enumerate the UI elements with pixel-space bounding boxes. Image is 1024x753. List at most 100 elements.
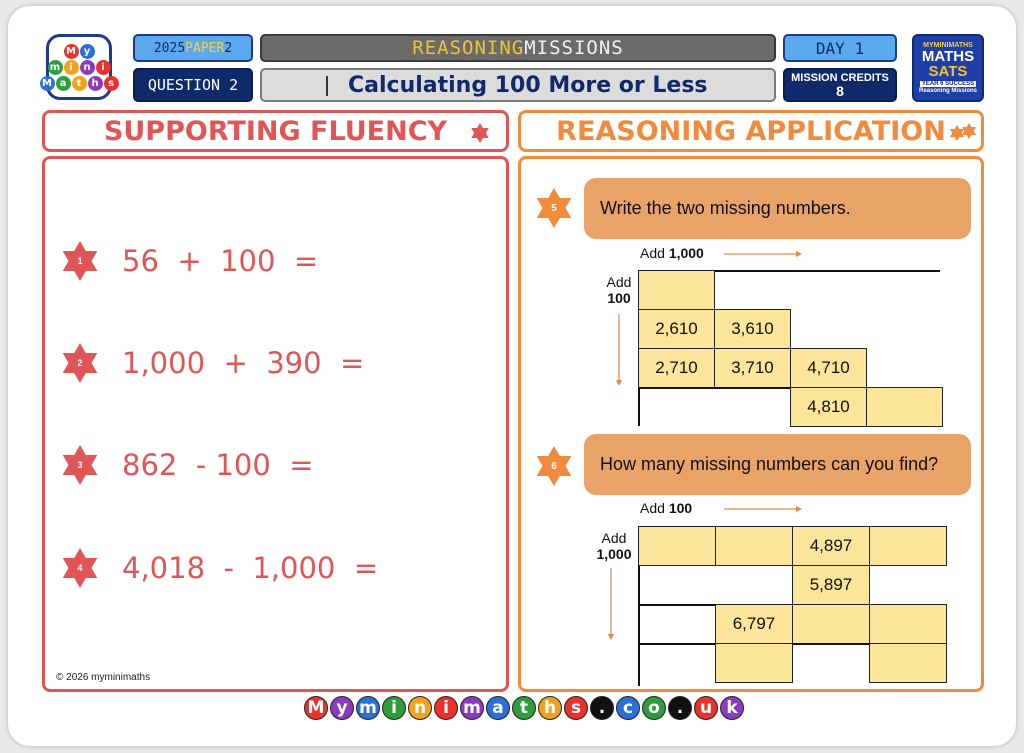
grid-cell — [638, 526, 716, 566]
credits-value: 8 — [836, 83, 844, 99]
logo-row: mini — [47, 59, 111, 75]
grid-cell: 2,710 — [638, 348, 715, 388]
question-5-badge: 5 — [532, 186, 576, 230]
title-missions: MISSIONS — [524, 37, 624, 59]
fluency-expression: 862 - 100 = — [122, 448, 314, 482]
logo-letter: a — [55, 75, 71, 91]
grid-cell — [869, 604, 947, 644]
website-footer[interactable]: Myminimaths.co.uk — [304, 696, 744, 720]
grid-cell: 4,810 — [790, 387, 867, 427]
question-number-badge: 3 — [58, 443, 102, 487]
grid-cell: 3,710 — [714, 348, 791, 388]
grid-cell — [638, 270, 715, 310]
fluency-question-1: 1 56 + 100 = — [58, 239, 318, 283]
arrow-down-icon — [616, 314, 622, 386]
logo-letter: n — [79, 59, 95, 75]
axis-label-value: 1,000 — [596, 546, 632, 562]
grid-cell: 3,610 — [714, 309, 791, 349]
subtitle-divider — [326, 76, 328, 96]
footer-letter: i — [434, 696, 458, 720]
question-number-badge: 1 — [58, 239, 102, 283]
axis-label-value: 1,000 — [668, 245, 704, 261]
logo-row: My — [63, 43, 95, 59]
mission-credits: MISSION CREDITS 8 — [783, 68, 897, 102]
axis-label-prefix: Add — [640, 500, 669, 516]
footer-letter: k — [720, 696, 744, 720]
question-6-badge: 6 — [532, 444, 576, 488]
sats-year: YEAR 6 SUCCESS — [919, 81, 977, 87]
question-5-prompt: Write the two missing numbers. — [584, 178, 971, 239]
logo-letter: m — [47, 59, 63, 75]
grid-cell — [866, 387, 943, 427]
fluency-panel — [42, 156, 509, 692]
subtitle-bar: Calculating 100 More or Less — [260, 68, 776, 102]
grid-cell: 6,797 — [715, 604, 793, 644]
question-label: QUESTION 2 — [133, 68, 253, 102]
logo-letter: i — [63, 59, 79, 75]
fluency-question-2: 2 1,000 + 390 = — [58, 341, 364, 385]
axis-label-prefix: Add — [640, 245, 669, 261]
logo-letter: y — [79, 43, 95, 59]
question-number: 1 — [77, 256, 83, 266]
supporting-fluency-heading: SUPPORTING FLUENCY — [42, 110, 509, 152]
logo-letter: h — [87, 75, 103, 91]
arrow-right-icon — [724, 251, 802, 257]
arrow-right-icon — [724, 506, 802, 512]
footer-letter: a — [486, 696, 510, 720]
grid-cell — [715, 526, 793, 566]
sats-maths: MATHS — [921, 48, 975, 65]
footer-letter: M — [304, 696, 328, 720]
grid-cell: 4,897 — [792, 526, 870, 566]
sats-reasoning: Reasoning Missions — [918, 88, 977, 94]
question-number: 2 — [77, 358, 83, 368]
q5-top-axis-label: Add 1,000 — [640, 245, 704, 261]
footer-letter: n — [408, 696, 432, 720]
logo-letter: t — [71, 75, 87, 91]
grid-cell: 5,897 — [792, 565, 870, 605]
grid-cell: 4,710 — [790, 348, 867, 388]
fluency-question-3: 3 862 - 100 = — [58, 443, 314, 487]
grid-cell — [792, 604, 870, 644]
footer-letter: h — [538, 696, 562, 720]
axis-label-value: 100 — [668, 500, 693, 516]
reasoning-heading-text: REASONING APPLICATION — [556, 115, 946, 147]
grid-cell — [869, 643, 947, 683]
grid-cell — [715, 643, 793, 683]
question-number-badge: 2 — [58, 341, 102, 385]
grid-cell: 2,610 — [638, 309, 715, 349]
question-number: 6 — [551, 460, 557, 472]
worksheet-page: MyminiMaths 2025 PAPER 2 QUESTION 2 REAS… — [8, 6, 1016, 746]
footer-letter: c — [616, 696, 640, 720]
question-6-prompt: How many missing numbers can you find? — [584, 434, 971, 495]
question-number-badge: 4 — [58, 546, 102, 590]
logo-letter: M — [63, 43, 79, 59]
page-title: REASONING MISSIONS — [260, 34, 776, 62]
question-number: 4 — [77, 563, 83, 573]
q6-top-axis-label: Add 100 — [640, 500, 692, 516]
logo-row: Maths — [39, 75, 119, 91]
footer-letter: . — [668, 696, 692, 720]
footer-letter: t — [512, 696, 536, 720]
copyright-text: © 2026 myminimaths — [56, 672, 151, 683]
reasoning-application-heading: REASONING APPLICATION — [518, 110, 984, 152]
double-star-icon — [950, 123, 976, 141]
arrow-down-icon — [608, 568, 614, 640]
fluency-expression: 1,000 + 390 = — [122, 346, 365, 380]
footer-letter: y — [330, 696, 354, 720]
axis-label-value: 100 — [607, 290, 631, 306]
question-number: 5 — [551, 202, 557, 214]
footer-letter: u — [694, 696, 718, 720]
footer-letter: . — [590, 696, 614, 720]
subtitle-text: Calculating 100 More or Less — [348, 72, 708, 98]
axis-label-prefix: Add — [601, 530, 627, 546]
day-label: DAY 1 — [783, 34, 897, 62]
star-icon — [471, 123, 489, 143]
q5-side-axis-label: Add 100 — [602, 274, 636, 306]
footer-letter: i — [382, 696, 406, 720]
logo-letter: i — [95, 59, 111, 75]
paper-highlight: PAPER — [185, 40, 225, 56]
axis-label-prefix: Add — [606, 274, 632, 290]
logo-letter: s — [103, 75, 119, 91]
paper-suffix: 2 — [224, 40, 233, 56]
fluency-question-4: 4 4,018 - 1,000 = — [58, 546, 378, 590]
